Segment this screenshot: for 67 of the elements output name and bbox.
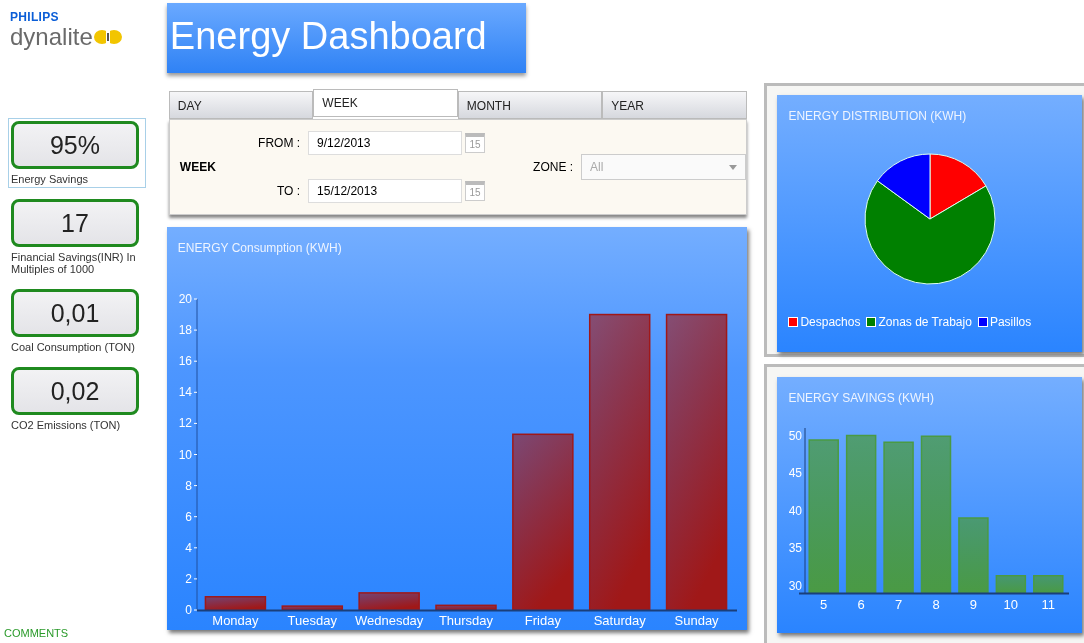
- category-label: Saturday: [593, 613, 646, 628]
- category-label: 8: [932, 597, 941, 612]
- brand-name: PHILIPS: [10, 10, 60, 24]
- axis-tick-label: 10: [178, 447, 192, 462]
- kpi-label: Energy Savings: [11, 173, 90, 185]
- axis-tick-label: 16: [178, 354, 192, 369]
- axis-tick-label: 6: [185, 509, 192, 524]
- dashboard-title: Energy Dashboard: [166, 3, 526, 73]
- logo-icon: [93, 29, 122, 45]
- category-label: 11: [1041, 597, 1056, 612]
- kpi-label: CO2 Emissions (TON): [11, 419, 122, 431]
- kpi-value: 95%: [11, 121, 139, 169]
- category-label: Sunday: [674, 613, 719, 628]
- axis-tick-label: 35: [789, 541, 803, 555]
- legend-label: Pasillos: [989, 315, 1032, 329]
- from-label: FROM :: [257, 136, 301, 150]
- chart-title: ENERGY Consumption (KWH): [176, 240, 343, 255]
- legend-label: Zonas de Trabajo: [878, 315, 972, 329]
- comments-link[interactable]: COMMENTS: [4, 627, 159, 639]
- chart-title: ENERGY SAVINGS (KWH): [787, 390, 935, 405]
- bar: [996, 575, 1027, 594]
- bar: [1033, 575, 1064, 594]
- category-label: Tuesday: [287, 613, 337, 628]
- bar: [358, 592, 420, 611]
- axis-tick-label: 12: [178, 416, 192, 431]
- category-label: Friday: [524, 613, 561, 628]
- period-tab[interactable]: DAY: [168, 91, 314, 119]
- axis-tick-label: 40: [789, 503, 803, 518]
- kpi-value: 0,02: [11, 367, 139, 415]
- bar: [204, 596, 267, 611]
- chart-title: ENERGY DISTRIBUTION (KWH): [787, 108, 968, 123]
- to-date-field[interactable]: 15/12/2013: [308, 179, 463, 203]
- axis-tick-label: 18: [178, 323, 192, 338]
- kpi-label: Coal Consumption (TON): [11, 341, 136, 353]
- bar: [281, 605, 343, 611]
- category-label: 5: [820, 597, 828, 612]
- period-label: WEEK: [179, 160, 217, 174]
- selected-kpi-card[interactable]: 95% Energy Savings: [8, 118, 146, 188]
- category-label: 9: [970, 597, 978, 612]
- axis-tick-label: 50: [789, 428, 803, 443]
- axis-tick-label: 4: [185, 540, 192, 555]
- axis-tick-label: 14: [178, 385, 192, 400]
- axis-tick-label: 20: [178, 292, 192, 306]
- axis-tick-label: 8: [185, 478, 192, 493]
- kpi-label: Financial Savings(INR) In Multiples of 1000: [11, 251, 137, 275]
- period-tab[interactable]: YEAR: [602, 91, 747, 119]
- category-label: 10: [1004, 597, 1019, 612]
- period-tab[interactable]: WEEK: [313, 89, 458, 117]
- axis-tick-label: 0: [185, 603, 192, 617]
- kpi-value: 0,01: [11, 289, 139, 337]
- zone-label: ZONE :: [533, 160, 574, 174]
- to-label: TO :: [275, 184, 301, 198]
- axis-tick-label: 2: [185, 571, 192, 586]
- category-label: Thursday: [438, 613, 493, 628]
- axis-tick-label: 30: [789, 578, 803, 593]
- caret-icon: [728, 164, 737, 170]
- category-label: 6: [857, 597, 866, 612]
- bar: [435, 604, 497, 611]
- kpi-value: 17: [11, 199, 139, 247]
- category-label: Monday: [212, 613, 259, 628]
- from-date-field[interactable]: 9/12/2013: [308, 131, 463, 155]
- category-label: 7: [895, 597, 903, 612]
- period-tab[interactable]: MONTH: [457, 91, 603, 119]
- category-label: Wednesday: [354, 613, 424, 628]
- product-logo-text: dynalite: [10, 24, 93, 50]
- legend-label: Despachos: [800, 315, 861, 329]
- axis-tick-label: 45: [789, 466, 803, 480]
